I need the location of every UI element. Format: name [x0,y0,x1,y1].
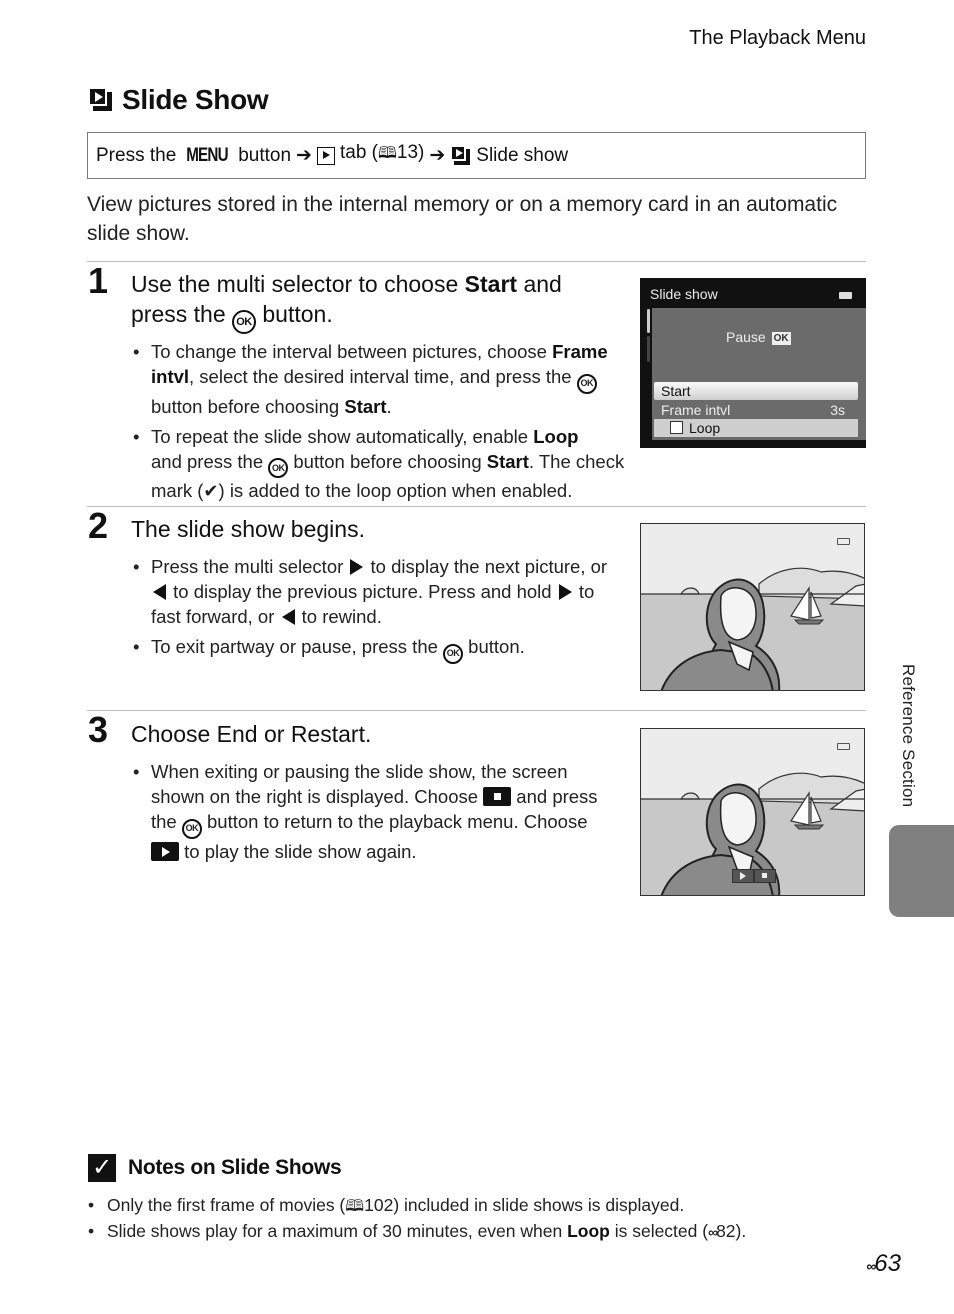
divider [87,261,866,262]
menu-button-label: MENU [186,144,229,166]
battery-icon [837,538,850,545]
multi-selector-left-icon [153,584,166,600]
step-heading: Choose End or Restart. [131,721,372,747]
notes-heading: ✓ Notes on Slide Shows [88,1154,342,1182]
step-number: 1 [88,260,109,301]
menu-path-button-word: button [238,144,292,166]
battery-icon [839,292,852,299]
step-heading: Use the multi selector to choose Start a… [131,269,611,334]
portrait-illustration [641,524,864,690]
ok-button-icon: OK [181,818,202,839]
menu-path-press: Press the [96,144,177,166]
multi-selector-right-icon [558,584,572,600]
menu-tab-indicator [647,309,650,333]
stop-button-icon [483,787,512,806]
menu-path-item: Slide show [476,144,569,166]
list-item: Only the first frame of movies (🕮102) in… [88,1193,746,1219]
ok-button-icon: OK [576,373,597,394]
book-icon: 🕮 [345,1198,365,1215]
multi-selector-right-icon [350,559,364,575]
camera-slide-show-menu-screen: Slide show Pause OK Start Frame intvl 3s … [640,278,866,448]
menu-tab-indicator [647,336,650,362]
running-head: The Playback Menu [689,27,866,49]
page-number: ∞63 [866,1250,901,1277]
arrow-icon: ➔ [429,145,446,166]
step-heading: The slide show begins. [131,516,365,542]
ok-icon: OK [771,332,791,345]
ok-button-icon: OK [443,643,464,664]
list-item: To exit partway or pause, press the OK b… [131,634,611,664]
caution-check-icon: ✓ [88,1154,116,1182]
step-2-bullets: Press the multi selector to display the … [131,554,611,669]
menu-item-frame-intvl[interactable]: Frame intvl 3s [654,401,858,419]
list-item: When exiting or pausing the slide show, … [131,759,611,864]
slide-show-icon [450,145,471,166]
menu-item-loop[interactable]: Loop [654,419,858,437]
frame-intvl-value: 3s [830,402,845,418]
restart-play-button[interactable] [732,869,754,883]
playback-controls [732,869,776,883]
ok-button-icon: OK [232,310,256,334]
notes-list: Only the first frame of movies (🕮102) in… [88,1193,746,1244]
section-thumb-tab [889,825,954,917]
ok-button-icon: OK [268,458,289,478]
step-3-bullets: When exiting or pausing the slide show, … [131,759,611,869]
pause-label: Pause OK [726,329,791,345]
menu-path-tab-ref: tab (🕮13) [340,142,424,169]
loop-checkbox[interactable] [670,421,683,434]
side-tab-label: Reference Section [899,664,918,808]
list-item: To repeat the slide show automatically, … [131,424,661,505]
menu-item-start[interactable]: Start [654,382,858,400]
play-button-icon [151,841,179,861]
slide-show-paused-image [640,728,865,896]
end-stop-button[interactable] [754,869,776,883]
list-item: Slide shows play for a maximum of 30 min… [88,1219,746,1244]
menu-path-box: Press the MENU button ➔ tab (🕮13) ➔ Slid… [87,132,866,179]
divider [87,506,866,507]
camera-menu-header: Slide show [650,286,718,302]
step-1-bullets: To change the interval between pictures,… [131,339,661,509]
page-title-text: Slide Show [122,84,269,115]
battery-icon [837,743,850,750]
slide-show-icon [88,87,114,113]
list-item: Press the multi selector to display the … [131,554,611,629]
arrow-icon: ➔ [296,145,312,166]
intro-text: View pictures stored in the internal mem… [87,193,838,245]
step-number: 2 [88,505,109,546]
notes-heading-text: Notes on Slide Shows [128,1156,342,1179]
divider [87,710,866,711]
playback-tab-icon [316,146,335,165]
reference-section-icon: ∞ [708,1224,718,1240]
book-icon: 🕮 [378,145,397,162]
page-title: Slide Show [88,84,269,116]
multi-selector-left-icon [281,609,295,625]
slide-show-playback-image [640,523,865,691]
list-item: To change the interval between pictures,… [131,339,621,419]
check-mark-icon: ✔ [203,481,219,501]
step-number: 3 [88,709,109,750]
